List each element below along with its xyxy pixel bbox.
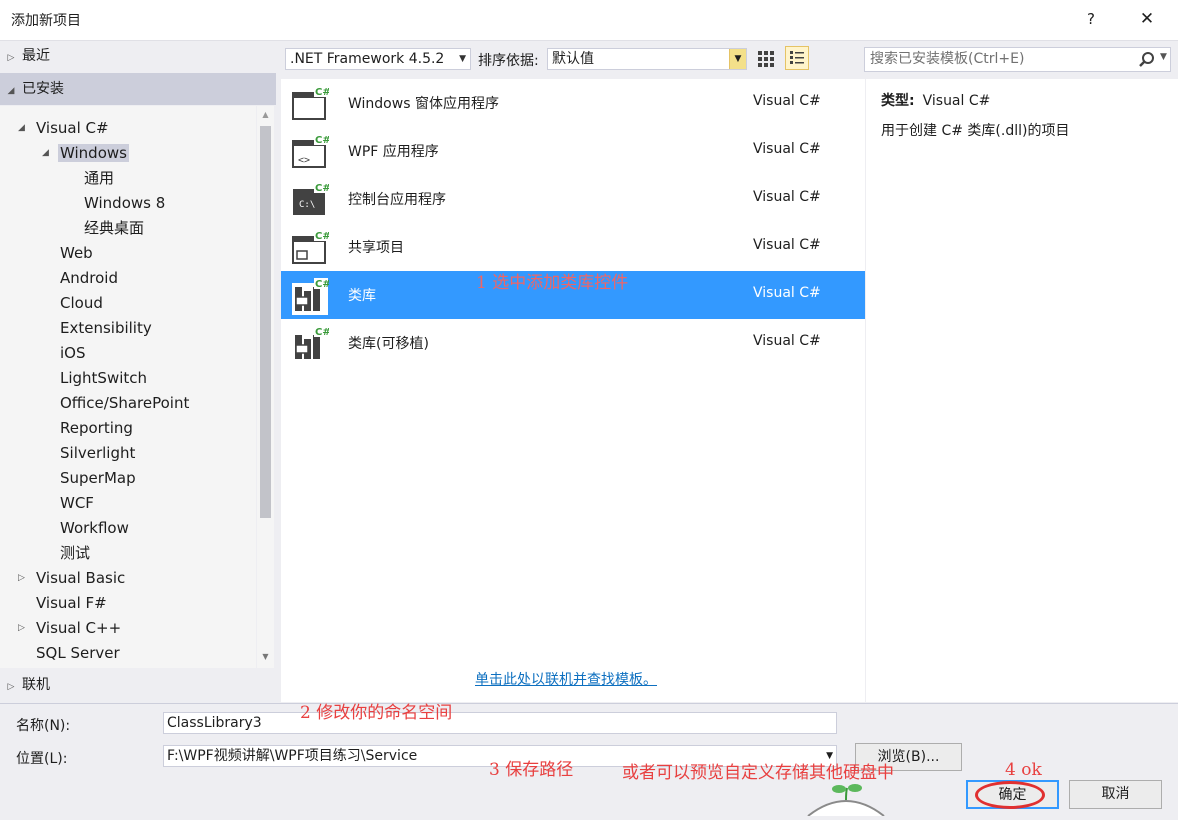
category-online[interactable]: ▷ 联机 <box>0 670 276 700</box>
tree-item-windows8[interactable]: Windows 8 <box>84 191 165 215</box>
annotation-3: 3 保存路径 <box>489 760 574 780</box>
annotation-2: 2 修改你的命名空间 <box>300 703 453 723</box>
tree-item-office-sharepoint[interactable]: Office/SharePoint <box>60 391 189 415</box>
tree-item-visual-cpp[interactable]: ▷ Visual C++ <box>18 616 121 640</box>
svg-text:C#: C# <box>315 327 329 338</box>
tree-item-android[interactable]: Android <box>60 266 118 290</box>
template-row-portable-library[interactable]: C# 类库(可移植) Visual C# <box>281 319 865 367</box>
framework-select[interactable]: .NET Framework 4.5.2 ▼ <box>285 48 471 70</box>
chevron-down-icon[interactable]: ▼ <box>1160 52 1167 62</box>
category-tree: ◢ Visual C# ◢ Windows 通用 Windows 8 经典桌面 We… <box>0 106 256 668</box>
template-row-shared[interactable]: C# 共享项目 Visual C# <box>281 223 865 271</box>
expand-right-icon: ▷ <box>18 623 25 633</box>
tree-scrollbar-thumb[interactable] <box>260 126 271 518</box>
template-row-winforms[interactable]: C# Windows 窗体应用程序 Visual C# <box>281 79 865 127</box>
tree-item-visual-basic[interactable]: ▷ Visual Basic <box>18 566 125 590</box>
find-online-templates-link[interactable]: 单击此处以联机并查找模板。 <box>475 669 657 689</box>
tree-item-sql-server[interactable]: SQL Server <box>36 641 120 665</box>
tree-item-extensibility[interactable]: Extensibility <box>60 316 152 340</box>
tree-item-windows[interactable]: ◢ Windows <box>42 141 129 165</box>
details-description: 用于创建 C# 类库(.dll)的项目 <box>881 123 1070 139</box>
category-installed[interactable]: ◢ 已安装 <box>0 73 276 105</box>
tree-item-lightswitch[interactable]: LightSwitch <box>60 366 147 390</box>
svg-text:C:\: C:\ <box>299 200 315 210</box>
windows-form-icon: C# <box>291 85 331 123</box>
title-bar <box>0 0 1178 41</box>
template-list: C# Windows 窗体应用程序 Visual C# <>C# WPF 应用程… <box>281 79 865 702</box>
expand-right-icon: ▷ <box>7 682 15 692</box>
category-recent[interactable]: ▷ 最近 <box>0 41 276 71</box>
tree-item-silverlight[interactable]: Silverlight <box>60 441 135 465</box>
tree-item-classic-desktop[interactable]: 经典桌面 <box>84 216 144 240</box>
expanded-down-icon: ◢ <box>18 123 25 133</box>
svg-text:<>: <> <box>298 155 310 166</box>
expanded-down-icon: ◢ <box>42 148 49 158</box>
svg-text:C#: C# <box>315 231 329 242</box>
search-icon[interactable] <box>1137 50 1157 70</box>
tree-item-reporting[interactable]: Reporting <box>60 416 133 440</box>
sort-select[interactable]: 默认值 ▼ <box>547 48 747 70</box>
name-input[interactable]: ClassLibrary3 <box>163 712 837 734</box>
location-label: 位置(L): <box>16 751 68 767</box>
template-row-wpf[interactable]: <>C# WPF 应用程序 Visual C# <box>281 127 865 175</box>
grid-view-icon[interactable] <box>755 48 777 70</box>
wpf-app-icon: <> C# <box>291 133 331 171</box>
chevron-down-icon: ▼ <box>459 54 466 64</box>
sprout-mascot-icon <box>806 780 886 817</box>
ok-highlight-circle <box>975 781 1045 809</box>
svg-text:C#: C# <box>315 135 329 146</box>
scroll-down-icon[interactable]: ▼ <box>258 652 273 661</box>
tree-item-visual-csharp[interactable]: ◢ Visual C# <box>18 116 109 140</box>
tree-item-workflow[interactable]: Workflow <box>60 516 129 540</box>
details-type: 类型: Visual C# <box>881 93 991 109</box>
tree-item-web[interactable]: Web <box>60 241 93 265</box>
expanded-down-icon: ◢ <box>7 86 15 96</box>
details-panel <box>866 79 1178 702</box>
help-button[interactable]: ? <box>1075 4 1107 34</box>
tree-item-wcf[interactable]: WCF <box>60 491 94 515</box>
console-app-icon: C:\C# <box>291 181 331 219</box>
template-row-console[interactable]: C:\C# 控制台应用程序 Visual C# <box>281 175 865 223</box>
annotation-1: 1 选中添加类库控件 <box>476 273 629 293</box>
tree-item-visual-fsharp[interactable]: Visual F# <box>36 591 107 615</box>
svg-text:C#: C# <box>315 87 329 98</box>
portable-library-icon: C# <box>291 325 331 363</box>
expand-right-icon: ▷ <box>7 53 15 63</box>
annotation-4: 4 ok <box>1005 760 1042 780</box>
svg-text:C#: C# <box>315 279 329 290</box>
expand-right-icon: ▷ <box>18 573 25 583</box>
chevron-down-icon: ▼ <box>729 49 746 69</box>
tree-item-cloud[interactable]: Cloud <box>60 291 103 315</box>
search-input[interactable]: 搜索已安装模板(Ctrl+E) <box>864 47 1171 72</box>
window-title: 添加新项目 <box>11 13 81 29</box>
close-button[interactable]: ✕ <box>1130 4 1164 34</box>
scroll-up-icon[interactable]: ▲ <box>258 110 273 119</box>
tree-item-test[interactable]: 测试 <box>60 541 90 565</box>
list-view-icon[interactable] <box>785 46 809 70</box>
tree-item-ios[interactable]: iOS <box>60 341 86 365</box>
class-library-icon: C# <box>291 277 331 315</box>
cancel-button[interactable]: 取消 <box>1069 780 1162 809</box>
svg-text:C#: C# <box>315 183 329 194</box>
shared-project-icon: C# <box>291 229 331 267</box>
name-label: 名称(N): <box>16 718 71 734</box>
sort-label: 排序依据: <box>478 53 539 69</box>
tree-item-general[interactable]: 通用 <box>84 166 114 190</box>
tree-item-supermap[interactable]: SuperMap <box>60 466 136 490</box>
